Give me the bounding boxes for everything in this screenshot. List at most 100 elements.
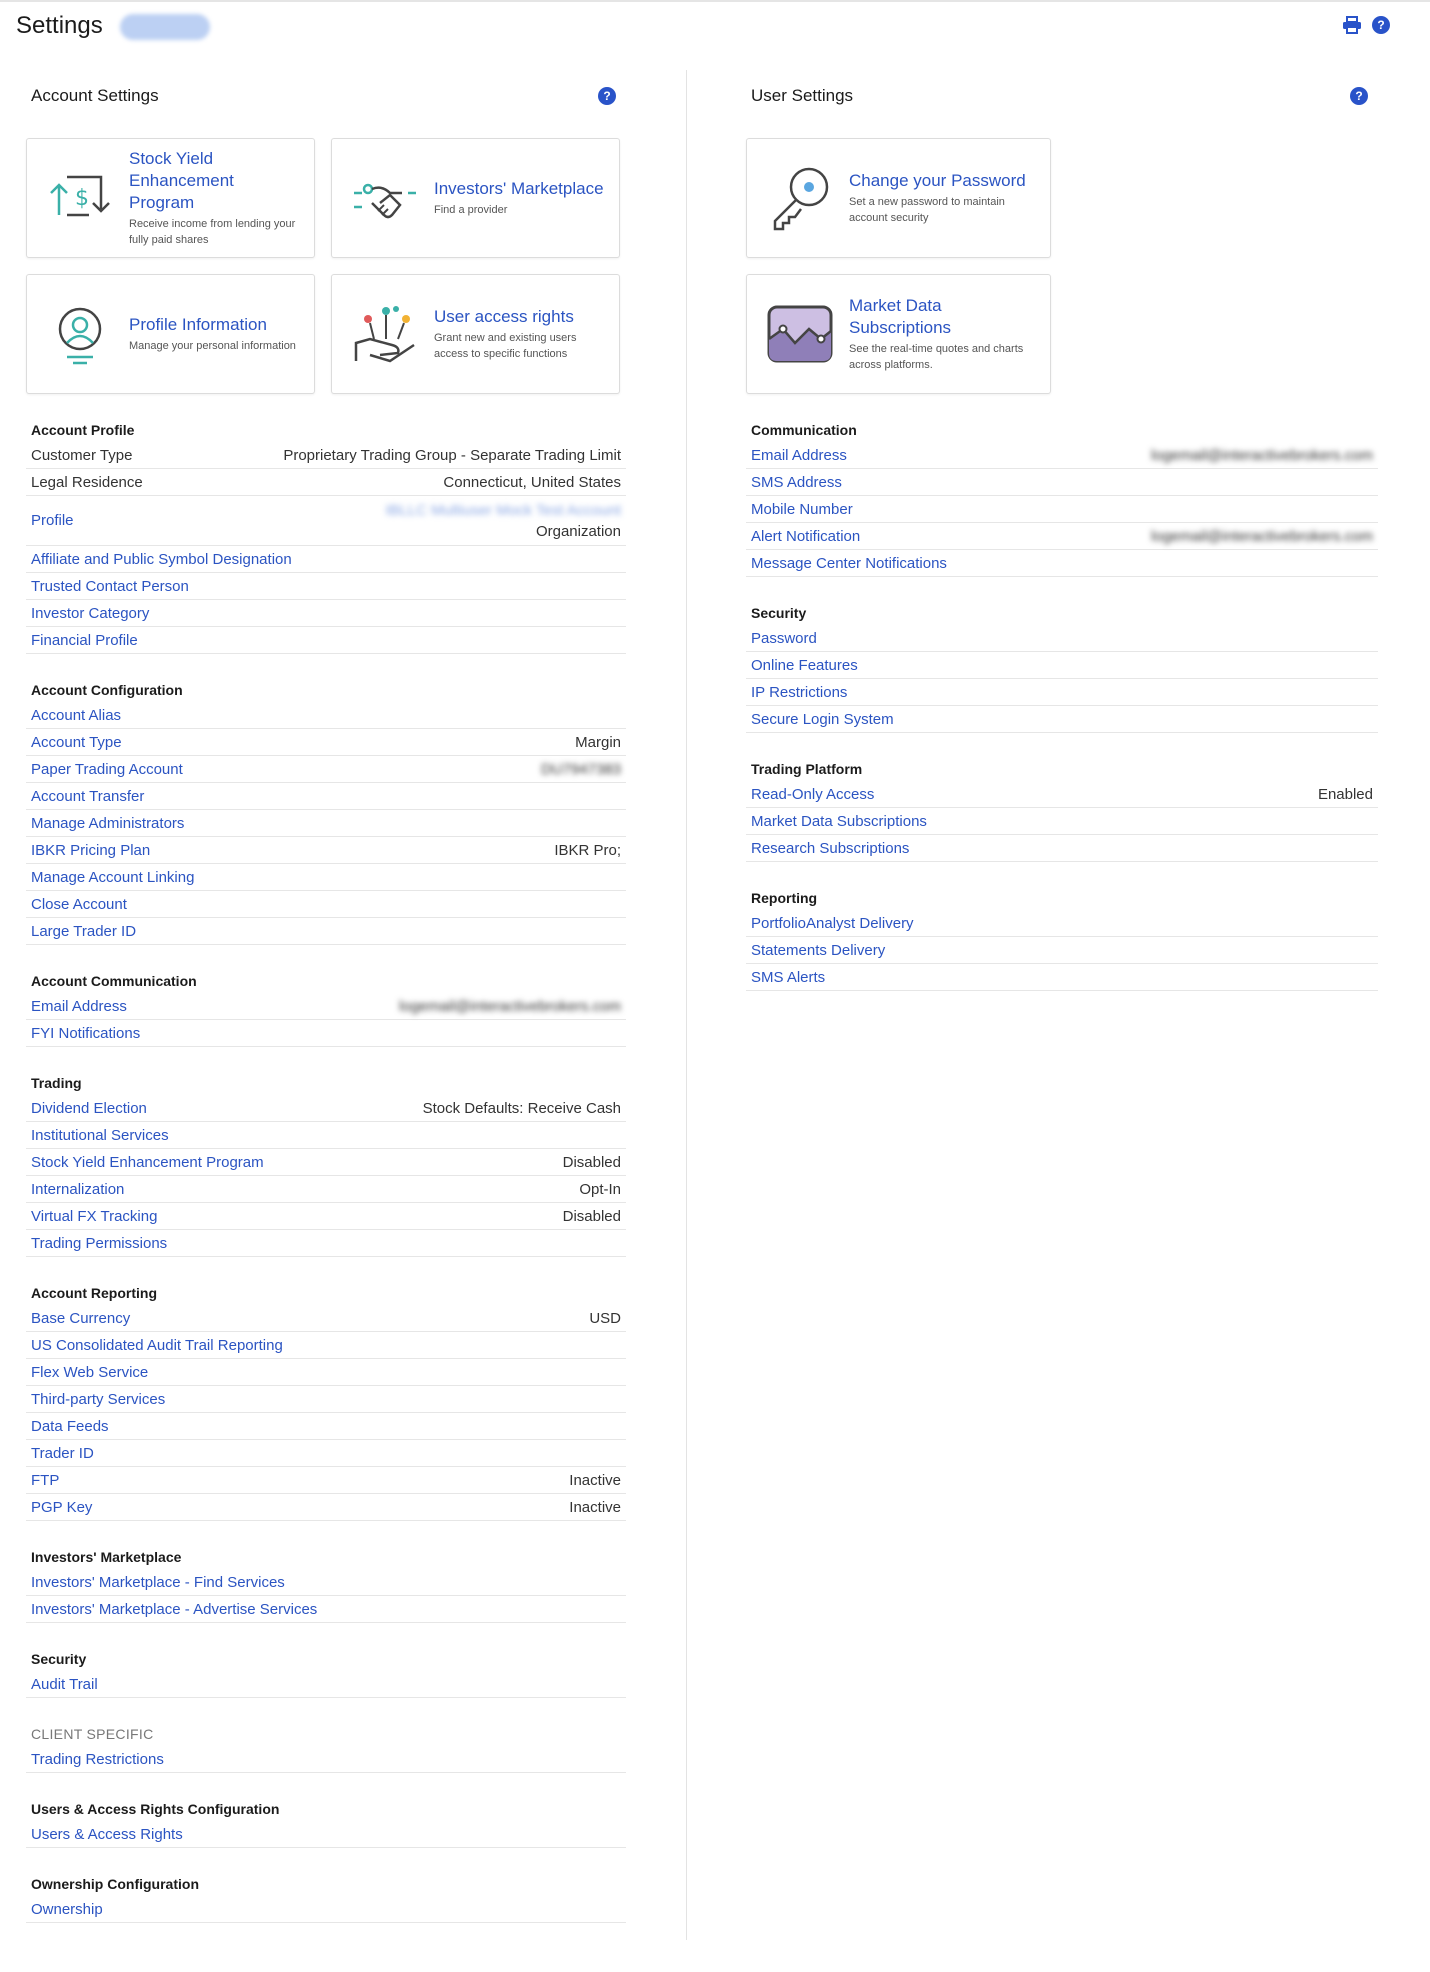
settings-link[interactable]: FYI Notifications bbox=[31, 1025, 140, 1042]
settings-row-password[interactable]: Password bbox=[746, 625, 1378, 652]
settings-row-profile[interactable]: Profile IBLLC Multiuser Mock Test Account… bbox=[26, 496, 626, 546]
settings-row-research-subscriptions[interactable]: Research Subscriptions bbox=[746, 835, 1378, 862]
settings-row-institutional-services[interactable]: Institutional Services bbox=[26, 1122, 626, 1149]
settings-row-flex-web-service[interactable]: Flex Web Service bbox=[26, 1359, 626, 1386]
settings-row-stock-yield-enhancement-program[interactable]: Stock Yield Enhancement Program Disabled bbox=[26, 1149, 626, 1176]
settings-row-users-and-access-rights[interactable]: Users & Access Rights bbox=[26, 1821, 626, 1848]
account-settings-help-icon[interactable]: ? bbox=[598, 87, 616, 105]
settings-row-message-center-notifications[interactable]: Message Center Notifications bbox=[746, 550, 1378, 577]
settings-link[interactable]: Profile bbox=[31, 512, 74, 529]
settings-row-sms-alerts[interactable]: SMS Alerts bbox=[746, 964, 1378, 991]
settings-link[interactable]: Third-party Services bbox=[31, 1391, 165, 1408]
settings-row-manage-account-linking[interactable]: Manage Account Linking bbox=[26, 864, 626, 891]
settings-row-investors-marketplace-advertise-services[interactable]: Investors' Marketplace - Advertise Servi… bbox=[26, 1596, 626, 1623]
user-settings-help-icon[interactable]: ? bbox=[1350, 87, 1368, 105]
settings-row-trading-restrictions[interactable]: Trading Restrictions bbox=[26, 1746, 626, 1773]
settings-link[interactable]: Account Alias bbox=[31, 707, 121, 724]
settings-link[interactable]: Email Address bbox=[751, 447, 847, 464]
settings-row-account-transfer[interactable]: Account Transfer bbox=[26, 783, 626, 810]
settings-link[interactable]: Online Features bbox=[751, 657, 858, 674]
settings-row-sms-address[interactable]: SMS Address bbox=[746, 469, 1378, 496]
settings-row-statements-delivery[interactable]: Statements Delivery bbox=[746, 937, 1378, 964]
settings-link[interactable]: Password bbox=[751, 630, 817, 647]
settings-row-secure-login-system[interactable]: Secure Login System bbox=[746, 706, 1378, 733]
settings-link[interactable]: SMS Alerts bbox=[751, 969, 825, 986]
settings-link[interactable]: Paper Trading Account bbox=[31, 761, 183, 778]
settings-link[interactable]: Trusted Contact Person bbox=[31, 578, 189, 595]
settings-link[interactable]: Affiliate and Public Symbol Designation bbox=[31, 551, 292, 568]
settings-link[interactable]: Data Feeds bbox=[31, 1418, 109, 1435]
settings-link[interactable]: Read-Only Access bbox=[751, 786, 874, 803]
card-stock-yield[interactable]: $ Stock Yield Enhancement Program Receiv… bbox=[26, 138, 315, 258]
settings-link[interactable]: Flex Web Service bbox=[31, 1364, 148, 1381]
settings-link[interactable]: Close Account bbox=[31, 896, 127, 913]
settings-link[interactable]: Trader ID bbox=[31, 1445, 94, 1462]
settings-link[interactable]: PGP Key bbox=[31, 1499, 92, 1516]
settings-row-email-address[interactable]: Email Address logemail@interactivebrokers… bbox=[746, 442, 1378, 469]
settings-row-pgp-key[interactable]: PGP Key Inactive bbox=[26, 1494, 626, 1521]
help-icon[interactable]: ? bbox=[1372, 16, 1390, 34]
settings-link[interactable]: Alert Notification bbox=[751, 528, 860, 545]
settings-row-ownership[interactable]: Ownership bbox=[26, 1896, 626, 1923]
settings-row-mobile-number[interactable]: Mobile Number bbox=[746, 496, 1378, 523]
settings-link[interactable]: Base Currency bbox=[31, 1310, 130, 1327]
settings-row-email-address[interactable]: Email Address logemail@interactivebrokers… bbox=[26, 993, 626, 1020]
settings-row-trader-id[interactable]: Trader ID bbox=[26, 1440, 626, 1467]
settings-row-ip-restrictions[interactable]: IP Restrictions bbox=[746, 679, 1378, 706]
settings-row-internalization[interactable]: Internalization Opt-In bbox=[26, 1176, 626, 1203]
settings-row-close-account[interactable]: Close Account bbox=[26, 891, 626, 918]
settings-link[interactable]: IBKR Pricing Plan bbox=[31, 842, 150, 859]
settings-link[interactable]: FTP bbox=[31, 1472, 59, 1489]
settings-row-affiliate-and-public-symbol-designation[interactable]: Affiliate and Public Symbol Designation bbox=[26, 546, 626, 573]
settings-link[interactable]: Mobile Number bbox=[751, 501, 853, 518]
settings-link[interactable]: Audit Trail bbox=[31, 1676, 98, 1693]
settings-link[interactable]: Message Center Notifications bbox=[751, 555, 947, 572]
settings-row-ibkr-pricing-plan[interactable]: IBKR Pricing Plan IBKR Pro; bbox=[26, 837, 626, 864]
settings-link[interactable]: Account Type bbox=[31, 734, 122, 751]
settings-link[interactable]: SMS Address bbox=[751, 474, 842, 491]
card-change-password[interactable]: Change your Password Set a new password … bbox=[746, 138, 1051, 258]
settings-row-paper-trading-account[interactable]: Paper Trading Account DU7947383 bbox=[26, 756, 626, 783]
card-investors-marketplace[interactable]: Investors' Marketplace Find a provider bbox=[331, 138, 620, 258]
settings-row-large-trader-id[interactable]: Large Trader ID bbox=[26, 918, 626, 945]
settings-link[interactable]: PortfolioAnalyst Delivery bbox=[751, 915, 914, 932]
card-user-access-rights[interactable]: User access rights Grant new and existin… bbox=[331, 274, 620, 394]
settings-row-portfolioanalyst-delivery[interactable]: PortfolioAnalyst Delivery bbox=[746, 910, 1378, 937]
settings-link[interactable]: Account Transfer bbox=[31, 788, 144, 805]
settings-link[interactable]: Users & Access Rights bbox=[31, 1826, 183, 1843]
settings-row-data-feeds[interactable]: Data Feeds bbox=[26, 1413, 626, 1440]
settings-link[interactable]: Investor Category bbox=[31, 605, 149, 622]
print-icon[interactable] bbox=[1342, 16, 1362, 34]
settings-link[interactable]: Internalization bbox=[31, 1181, 124, 1198]
settings-link[interactable]: Stock Yield Enhancement Program bbox=[31, 1154, 264, 1171]
settings-row-audit-trail[interactable]: Audit Trail bbox=[26, 1671, 626, 1698]
settings-link[interactable]: Ownership bbox=[31, 1901, 103, 1918]
settings-row-base-currency[interactable]: Base Currency USD bbox=[26, 1305, 626, 1332]
settings-link[interactable]: Investors' Marketplace - Advertise Servi… bbox=[31, 1601, 317, 1618]
settings-link[interactable]: Institutional Services bbox=[31, 1127, 169, 1144]
settings-link[interactable]: Virtual FX Tracking bbox=[31, 1208, 157, 1225]
settings-link[interactable]: Financial Profile bbox=[31, 632, 138, 649]
settings-link[interactable]: Manage Administrators bbox=[31, 815, 184, 832]
settings-link[interactable]: US Consolidated Audit Trail Reporting bbox=[31, 1337, 283, 1354]
settings-link[interactable]: Investors' Marketplace - Find Services bbox=[31, 1574, 285, 1591]
settings-link[interactable]: Statements Delivery bbox=[751, 942, 885, 959]
card-market-data-subscriptions[interactable]: Market Data Subscriptions See the real-t… bbox=[746, 274, 1051, 394]
settings-row-fyi-notifications[interactable]: FYI Notifications bbox=[26, 1020, 626, 1047]
settings-row-ftp[interactable]: FTP Inactive bbox=[26, 1467, 626, 1494]
settings-row-online-features[interactable]: Online Features bbox=[746, 652, 1378, 679]
settings-row-dividend-election[interactable]: Dividend Election Stock Defaults: Receive… bbox=[26, 1095, 626, 1122]
settings-link[interactable]: Trading Permissions bbox=[31, 1235, 167, 1252]
card-profile-information[interactable]: Profile Information Manage your personal… bbox=[26, 274, 315, 394]
settings-link[interactable]: Large Trader ID bbox=[31, 923, 136, 940]
settings-row-market-data-subscriptions[interactable]: Market Data Subscriptions bbox=[746, 808, 1378, 835]
settings-row-virtual-fx-tracking[interactable]: Virtual FX Tracking Disabled bbox=[26, 1203, 626, 1230]
settings-link[interactable]: Manage Account Linking bbox=[31, 869, 194, 886]
settings-link[interactable]: Secure Login System bbox=[751, 711, 894, 728]
settings-row-us-consolidated-audit-trail-reporting[interactable]: US Consolidated Audit Trail Reporting bbox=[26, 1332, 626, 1359]
settings-row-trusted-contact-person[interactable]: Trusted Contact Person bbox=[26, 573, 626, 600]
settings-link[interactable]: IP Restrictions bbox=[751, 684, 847, 701]
settings-link[interactable]: Market Data Subscriptions bbox=[751, 813, 927, 830]
settings-link[interactable]: Research Subscriptions bbox=[751, 840, 909, 857]
settings-row-trading-permissions[interactable]: Trading Permissions bbox=[26, 1230, 626, 1257]
